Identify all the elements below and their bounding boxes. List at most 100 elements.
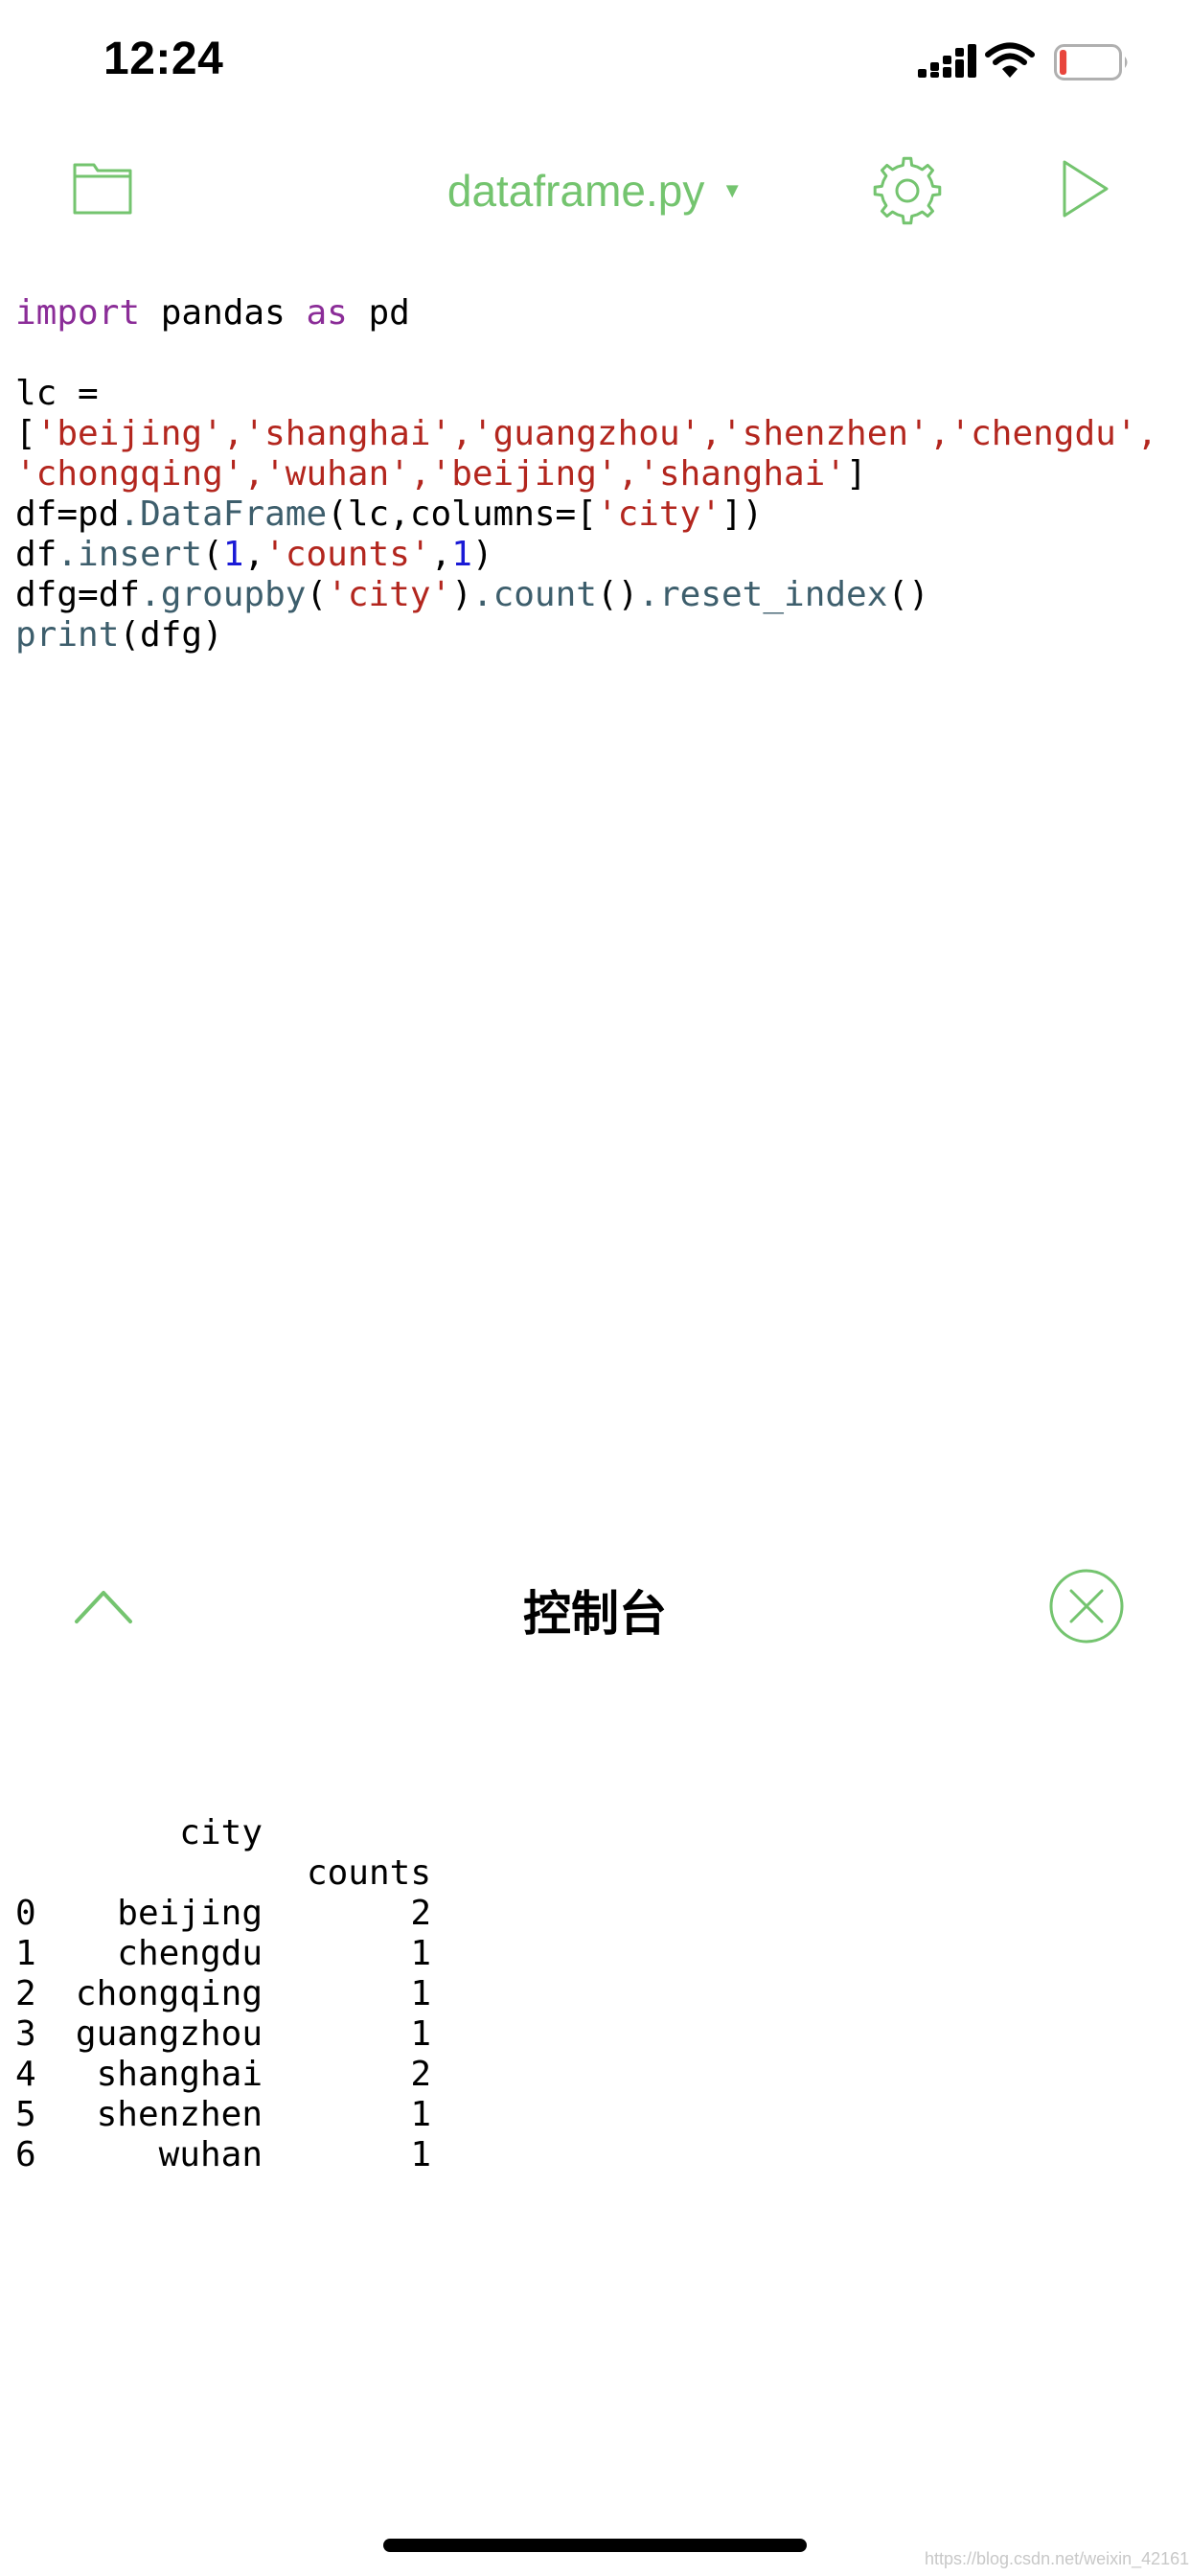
code-token: ,	[700, 414, 721, 453]
wifi-icon	[985, 42, 1035, 78]
code-token: lc =	[15, 374, 99, 413]
file-name: dataframe.py	[446, 166, 705, 216]
cell-counts: 1	[410, 1974, 431, 2013]
code-token: ,	[243, 454, 265, 494]
code-line[interactable]	[15, 334, 1175, 374]
code-token: ]	[846, 454, 867, 494]
cell-counts: 1	[410, 2095, 431, 2134]
cellular-signal-icon	[918, 44, 976, 78]
console-output: city counts 0 beijing 2 1 chengdu 1 2 chongqing…	[15, 1692, 1175, 2216]
code-line[interactable]: lc =	[15, 374, 1175, 414]
code-token: )	[451, 575, 472, 614]
code-line[interactable]: 'chongqing','wuhan','beijing','shanghai'…	[15, 454, 1175, 494]
code-token: pandas	[140, 293, 307, 333]
code-token: ,	[222, 414, 244, 453]
code-token: .	[119, 494, 141, 534]
table-row: 6 wuhan 1	[15, 2135, 1175, 2175]
chevron-down-icon: ▼	[721, 177, 744, 202]
row-index: 2	[15, 1974, 36, 2013]
code-token: count	[492, 575, 597, 614]
code-token: ()	[596, 575, 639, 614]
code-token: 1	[222, 535, 244, 574]
close-circle-icon[interactable]	[1048, 1568, 1125, 1644]
cell-counts: 2	[410, 2055, 431, 2094]
code-line[interactable]: ['beijing','shanghai','guangzhou','shenz…	[15, 414, 1175, 454]
code-token: (lc,columns=[	[327, 494, 597, 534]
code-token: dfg=df	[15, 575, 141, 614]
code-token: .	[57, 535, 79, 574]
code-token: .	[638, 575, 659, 614]
code-token: 'shanghai'	[243, 414, 452, 453]
code-line[interactable]: dfg=df.groupby('city').count().reset_ind…	[15, 575, 1175, 615]
code-token: ,	[243, 535, 265, 574]
code-token: [	[15, 414, 36, 453]
watermark-text: https://blog.csdn.net/weixin_42161753	[925, 2549, 1190, 2568]
code-line[interactable]: df=pd.DataFrame(lc,columns=['city'])	[15, 494, 1175, 535]
code-token: 'wuhan'	[264, 454, 410, 494]
console-header-row: city counts	[15, 1773, 1175, 1893]
file-title-dropdown[interactable]: dataframe.py ▼	[0, 165, 1190, 217]
cell-city: chengdu	[117, 1934, 263, 1973]
status-time: 12:24	[103, 34, 224, 84]
row-index: 5	[15, 2095, 36, 2134]
code-line[interactable]: import pandas as pd	[15, 293, 1175, 334]
cell-city: chongqing	[75, 1974, 263, 2013]
code-token: 'city'	[327, 575, 452, 614]
code-editor[interactable]: import pandas as pd lc = ['beijing','shang…	[15, 293, 1175, 656]
code-token: pd	[347, 293, 410, 333]
code-token: 1	[451, 535, 472, 574]
cell-city: beijing	[117, 1894, 263, 1933]
code-token: (	[202, 535, 223, 574]
row-index: 1	[15, 1934, 36, 1973]
row-index: 6	[15, 2135, 36, 2174]
code-token: df=pd	[15, 494, 120, 534]
code-token: ,	[451, 414, 472, 453]
cell-counts: 1	[410, 1934, 431, 1973]
battery-level-fill	[1060, 50, 1067, 75]
battery-low-icon	[1054, 44, 1128, 80]
code-token: 'shanghai'	[638, 454, 847, 494]
column-header-counts: counts	[306, 1853, 431, 1893]
code-token: ,	[1136, 414, 1158, 453]
code-token: (	[306, 575, 328, 614]
code-token: ,	[409, 454, 431, 494]
table-row: 2 chongqing 1	[15, 1974, 1175, 2014]
cell-city: wuhan	[158, 2135, 263, 2174]
code-token: 'chengdu'	[950, 414, 1137, 453]
code-token: .	[471, 575, 493, 614]
code-token: )	[471, 535, 493, 574]
code-token: 'beijing'	[35, 414, 223, 453]
code-token: import	[15, 293, 141, 333]
code-token: 'shenzhen'	[721, 414, 929, 453]
row-index: 0	[15, 1894, 36, 1933]
code-line[interactable]: print(dfg)	[15, 615, 1175, 656]
home-indicator[interactable]	[383, 2539, 807, 2552]
code-token: (dfg)	[119, 615, 223, 655]
code-line[interactable]: df.insert(1,'counts',1)	[15, 535, 1175, 575]
play-icon[interactable]	[1062, 159, 1110, 218]
code-token: 'counts'	[264, 535, 431, 574]
code-token: ,	[430, 535, 452, 574]
gear-icon[interactable]	[872, 155, 943, 226]
code-token: as	[306, 293, 348, 333]
code-token: ,	[928, 414, 950, 453]
column-header-city: city	[179, 1813, 263, 1852]
cell-counts: 2	[410, 1894, 431, 1933]
table-row: 0 beijing 2	[15, 1894, 1175, 1934]
code-token: groupby	[160, 575, 307, 614]
console-title: 控制台	[523, 1586, 667, 1642]
code-token: 'beijing'	[430, 454, 618, 494]
code-token: .	[140, 575, 161, 614]
row-index: 4	[15, 2055, 36, 2094]
row-index: 3	[15, 2014, 36, 2054]
code-token: ()	[887, 575, 929, 614]
code-token: df	[15, 535, 57, 574]
table-row: 5 shenzhen 1	[15, 2095, 1175, 2135]
table-row: 4 shanghai 2	[15, 2055, 1175, 2095]
code-token: 'chongqing'	[15, 454, 244, 494]
cell-city: guangzhou	[75, 2014, 263, 2054]
code-token: ])	[721, 494, 764, 534]
cell-city: shenzhen	[96, 2095, 263, 2134]
table-row: 1 chengdu 1	[15, 1934, 1175, 1974]
code-token: ,	[617, 454, 639, 494]
